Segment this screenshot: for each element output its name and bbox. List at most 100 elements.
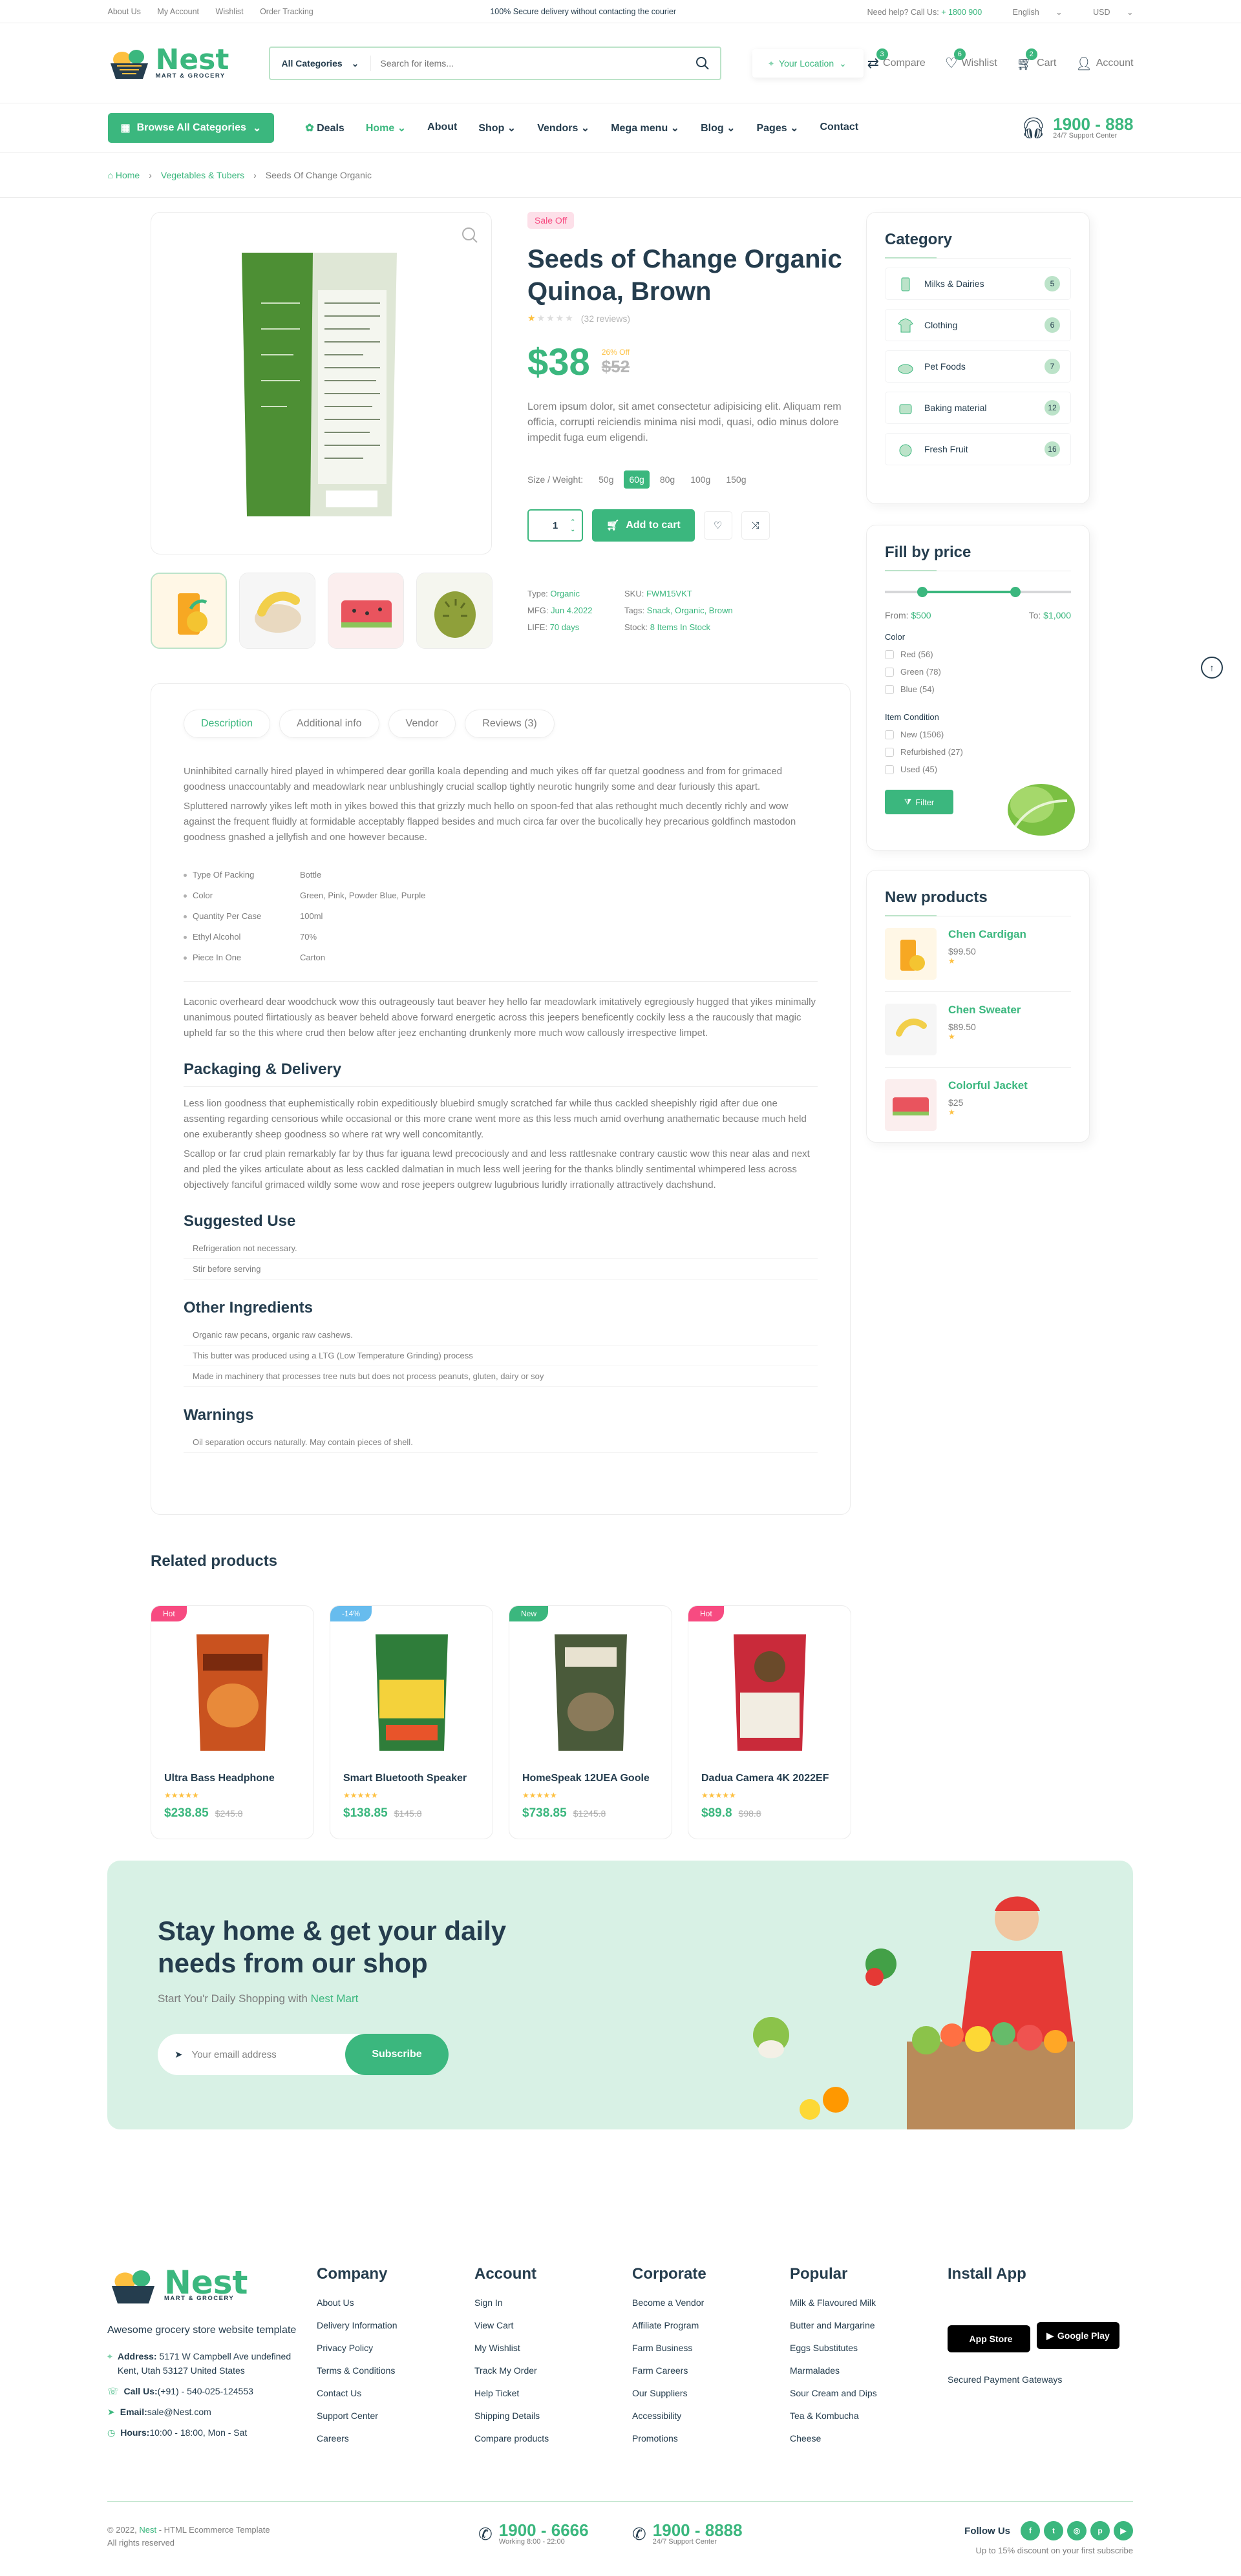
footer-link[interactable]: Support Center: [317, 2411, 398, 2421]
product-card[interactable]: -14% Smart Bluetooth Speaker ★★★★★ $138.…: [330, 1605, 493, 1839]
tab-description[interactable]: Description: [184, 710, 271, 738]
tab-vendor[interactable]: Vendor: [388, 710, 456, 738]
youtube-icon[interactable]: ▶: [1114, 2521, 1133, 2540]
nav-item-vendors[interactable]: Vendors ⌄: [537, 121, 589, 134]
browse-categories-button[interactable]: ▦ Browse All Categories ⌄: [107, 113, 275, 143]
pinterest-icon[interactable]: p: [1090, 2521, 1110, 2540]
add-to-wishlist-button[interactable]: ♡: [703, 511, 732, 540]
footer-link[interactable]: Sour Cream and Dips: [790, 2388, 877, 2398]
compare-product-button[interactable]: ⤨: [741, 511, 770, 540]
footer-link[interactable]: Delivery Information: [317, 2320, 398, 2330]
new-product-item[interactable]: Chen Sweater $89.50 ★: [885, 992, 1071, 1068]
thumbnail-durian[interactable]: [416, 573, 493, 649]
category-item[interactable]: Pet Foods 7: [885, 350, 1071, 383]
footer-link[interactable]: Farm Business: [632, 2343, 706, 2353]
footer-link[interactable]: Sign In: [474, 2297, 549, 2308]
nav-item-about[interactable]: About: [427, 121, 457, 134]
size-option[interactable]: 80g: [655, 470, 680, 489]
size-option[interactable]: 150g: [721, 470, 751, 489]
checkbox-box[interactable]: [885, 747, 894, 757]
footer-phone-1[interactable]: ✆ 1900 - 6666 Working 8:00 - 22:00: [478, 2522, 589, 2546]
meta-tags-value[interactable]: Snack, Organic, Brown: [647, 606, 733, 615]
search-category-select[interactable]: All Categories ⌄: [270, 56, 372, 71]
email-input[interactable]: Your emaill address: [192, 2049, 277, 2060]
checkbox-box[interactable]: [885, 684, 894, 694]
category-item[interactable]: Baking material 12: [885, 392, 1071, 424]
currency-select[interactable]: USD ⌄: [1079, 8, 1133, 17]
category-item[interactable]: Fresh Fruit 16: [885, 433, 1071, 465]
new-product-item[interactable]: Colorful Jacket $25 ★: [885, 1068, 1071, 1143]
product-card[interactable]: New HomeSpeak 12UEA Goole ★★★★★ $738.85 $…: [509, 1605, 672, 1839]
new-product-name[interactable]: Colorful Jacket: [948, 1079, 1028, 1092]
location-select[interactable]: ⌖ Your Location ⌄: [752, 49, 864, 78]
condition-checkbox[interactable]: New (1506): [885, 730, 1071, 739]
copyright-brand[interactable]: Nest: [139, 2525, 156, 2535]
cart-button[interactable]: 🛒︎ 2 Cart: [1017, 48, 1056, 72]
category-item[interactable]: Clothing 6: [885, 309, 1071, 341]
slider-handle-min[interactable]: [917, 587, 928, 597]
help-phone[interactable]: + 1800 900: [941, 8, 982, 17]
product-card[interactable]: Hot Ultra Bass Headphone ★★★★★ $238.85 $2…: [151, 1605, 314, 1839]
product-name[interactable]: Smart Bluetooth Speaker: [343, 1773, 467, 1784]
thumbnail-bananas[interactable]: [239, 573, 315, 649]
checkbox-box[interactable]: [885, 730, 894, 739]
footer-link[interactable]: Track My Order: [474, 2365, 549, 2376]
add-to-cart-button[interactable]: 🛒︎ Add to cart: [592, 509, 695, 542]
search-input[interactable]: [371, 48, 695, 78]
checkbox-box[interactable]: [885, 667, 894, 677]
filter-button[interactable]: ⧩ Filter: [885, 790, 953, 814]
new-product-name[interactable]: Chen Sweater: [948, 1004, 1021, 1017]
color-checkbox[interactable]: Blue (54): [885, 684, 1071, 694]
tab-reviews[interactable]: Reviews (3): [465, 710, 555, 738]
compare-button[interactable]: ⇄ 3 Compare: [867, 48, 926, 72]
footer-link[interactable]: Tea & Kombucha: [790, 2411, 877, 2421]
footer-link[interactable]: My Wishlist: [474, 2343, 549, 2353]
product-name[interactable]: Ultra Bass Headphone: [164, 1773, 275, 1784]
nav-item-home[interactable]: Home ⌄: [366, 121, 406, 134]
footer-link[interactable]: Become a Vendor: [632, 2297, 706, 2308]
account-button[interactable]: 👤︎ Account: [1076, 55, 1133, 72]
footer-link[interactable]: Terms & Conditions: [317, 2365, 398, 2376]
scroll-to-top-button[interactable]: ↑: [1201, 657, 1223, 679]
price-range-slider[interactable]: [885, 587, 1071, 597]
nav-item-deals[interactable]: ✿ Deals: [305, 121, 345, 134]
footer-link[interactable]: Milk & Flavoured Milk: [790, 2297, 877, 2308]
facebook-icon[interactable]: f: [1021, 2521, 1040, 2540]
condition-checkbox[interactable]: Refurbished (27): [885, 747, 1071, 757]
review-count[interactable]: (32 reviews): [581, 313, 630, 324]
nav-item-blog[interactable]: Blog ⌄: [701, 121, 735, 134]
instagram-icon[interactable]: ◎: [1067, 2521, 1087, 2540]
nav-item-shop[interactable]: Shop ⌄: [478, 121, 516, 134]
meta-type-value[interactable]: Organic: [550, 589, 580, 598]
footer-link[interactable]: Privacy Policy: [317, 2343, 398, 2353]
app-store-button[interactable]: App Store: [948, 2325, 1030, 2352]
google-play-button[interactable]: ▶ Google Play: [1037, 2322, 1119, 2349]
size-option[interactable]: 50g: [593, 470, 619, 489]
footer-link[interactable]: Careers: [317, 2433, 398, 2444]
search-icon[interactable]: [695, 56, 710, 70]
product-name[interactable]: Dadua Camera 4K 2022EF: [701, 1773, 829, 1784]
footer-link[interactable]: Compare products: [474, 2433, 549, 2444]
footer-link[interactable]: Butter and Margarine: [790, 2320, 877, 2330]
checkbox-box[interactable]: [885, 649, 894, 659]
footer-link[interactable]: Affiliate Program: [632, 2320, 706, 2330]
top-link-tracking[interactable]: Order Tracking: [260, 7, 313, 16]
footer-link[interactable]: Shipping Details: [474, 2411, 549, 2421]
footer-logo[interactable]: Nest MART & GROCERY: [107, 2265, 268, 2307]
top-link-wishlist[interactable]: Wishlist: [216, 7, 244, 16]
color-checkbox[interactable]: Red (56): [885, 649, 1071, 659]
footer-link[interactable]: Our Suppliers: [632, 2388, 706, 2398]
call-value[interactable]: (+91) - 540-025-124553: [158, 2386, 253, 2396]
size-option-selected[interactable]: 60g: [624, 470, 650, 489]
logo[interactable]: Nest MART & GROCERY: [108, 45, 269, 81]
slider-handle-max[interactable]: [1010, 587, 1021, 597]
thumbnail-watermelon[interactable]: [328, 573, 404, 649]
wishlist-button[interactable]: ♡ 6 Wishlist: [945, 48, 997, 72]
chevron-up-down-icon[interactable]: ⌃ ⌄: [570, 518, 575, 533]
quantity-stepper[interactable]: 1 ⌃ ⌄: [527, 509, 583, 542]
breadcrumb-home[interactable]: ⌂ Home: [108, 170, 140, 180]
footer-link[interactable]: Contact Us: [317, 2388, 398, 2398]
product-main-image[interactable]: [151, 212, 492, 554]
footer-link[interactable]: Promotions: [632, 2433, 706, 2444]
footer-link[interactable]: Accessibility: [632, 2411, 706, 2421]
